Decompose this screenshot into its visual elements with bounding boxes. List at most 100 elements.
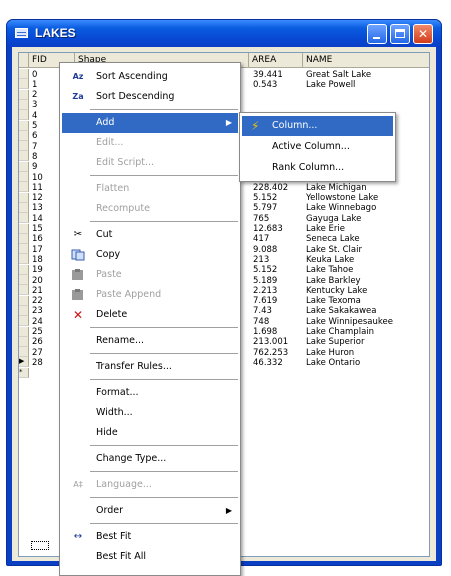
cell-name[interactable]: Yellowstone Lake xyxy=(306,193,378,203)
cell-fid[interactable]: 7 xyxy=(32,142,37,152)
cell-name[interactable]: Lake Michigan xyxy=(306,183,367,193)
cell-fid[interactable]: 9 xyxy=(32,162,37,172)
menu-item-sort-ascending[interactable]: Az Sort Ascending xyxy=(62,67,238,87)
menu-item-order[interactable]: Order ▶ xyxy=(62,501,238,521)
cell-area[interactable]: 228.402 xyxy=(253,183,288,193)
cell-area[interactable]: 7.43 xyxy=(253,306,272,316)
cell-area[interactable]: 7.619 xyxy=(253,296,277,306)
cell-name[interactable]: Lake Champlain xyxy=(306,327,374,337)
minimize-button[interactable] xyxy=(367,24,387,44)
row-selector[interactable] xyxy=(19,347,29,358)
menu-item-best-fit[interactable]: ↔ Best Fit xyxy=(62,527,238,547)
row-selector[interactable] xyxy=(19,295,29,306)
cell-area[interactable]: 213 xyxy=(253,255,269,265)
row-selector[interactable] xyxy=(19,305,29,316)
cell-area[interactable]: 1.698 xyxy=(253,327,277,337)
cell-fid[interactable]: 2 xyxy=(32,90,37,100)
cell-name[interactable]: Keuka Lake xyxy=(306,255,354,265)
row-selector[interactable] xyxy=(19,130,29,141)
cell-fid[interactable]: 6 xyxy=(32,131,37,141)
menu-item-copy[interactable]: Copy xyxy=(62,245,238,265)
menu-item-sort-descending[interactable]: Za Sort Descending xyxy=(62,87,238,107)
submenu-item-column[interactable]: ⚡ Column... xyxy=(242,116,393,136)
row-selector[interactable] xyxy=(19,233,29,244)
menu-item-paste[interactable]: Paste xyxy=(62,265,238,285)
row-selector[interactable] xyxy=(19,161,29,172)
cell-fid[interactable]: 24 xyxy=(32,317,43,327)
cell-area[interactable]: 46.332 xyxy=(253,358,283,368)
row-selector[interactable] xyxy=(19,244,29,255)
row-selector[interactable] xyxy=(19,182,29,193)
cell-name[interactable]: Lake Winnipesaukee xyxy=(306,317,393,327)
cell-name[interactable]: Lake Huron xyxy=(306,348,354,358)
cell-area[interactable]: 748 xyxy=(253,317,269,327)
row-selector[interactable] xyxy=(19,202,29,213)
cell-fid[interactable]: 21 xyxy=(32,286,43,296)
cell-fid[interactable]: 19 xyxy=(32,265,43,275)
cell-name[interactable]: Lake Powell xyxy=(306,80,355,90)
submenu-item-rank-column[interactable]: Rank Column... xyxy=(242,158,393,178)
cell-fid[interactable]: 28 xyxy=(32,358,43,368)
cell-fid[interactable]: 10 xyxy=(32,173,43,183)
cell-area[interactable]: 213.001 xyxy=(253,337,288,347)
row-selector[interactable] xyxy=(19,275,29,285)
menu-item-hide[interactable]: Hide xyxy=(62,423,238,443)
cell-area[interactable]: 2.213 xyxy=(253,286,277,296)
row-selector[interactable] xyxy=(19,192,29,203)
cell-area[interactable]: 9.088 xyxy=(253,245,277,255)
cell-fid[interactable]: 1 xyxy=(32,80,37,90)
menu-item-recompute[interactable]: Recompute xyxy=(62,199,238,219)
cell-fid[interactable]: 3 xyxy=(32,100,37,110)
cell-name[interactable]: Lake St. Clair xyxy=(306,245,362,255)
row-selector[interactable]: ▶ xyxy=(19,357,29,368)
cell-fid[interactable]: 17 xyxy=(32,245,43,255)
cell-fid[interactable]: 0 xyxy=(32,70,37,80)
menu-item-edit-script[interactable]: Edit Script... xyxy=(62,153,238,173)
cell-fid[interactable]: 11 xyxy=(32,183,43,193)
row-selector[interactable] xyxy=(19,285,29,296)
cell-name[interactable]: Lake Sakakawea xyxy=(306,306,376,316)
cell-fid[interactable]: 27 xyxy=(32,348,43,358)
menu-item-paste-append[interactable]: Paste Append xyxy=(62,285,238,305)
cell-area[interactable]: 0.543 xyxy=(253,80,277,90)
cell-fid[interactable]: 18 xyxy=(32,255,43,265)
menu-item-delete[interactable]: ✕ Delete xyxy=(62,305,238,325)
submenu-item-active-column[interactable]: Active Column... xyxy=(242,137,393,157)
cell-area[interactable]: 417 xyxy=(253,234,269,244)
menu-item-rename[interactable]: Rename... xyxy=(62,331,238,351)
cell-area[interactable]: 12.683 xyxy=(253,224,283,234)
cell-fid[interactable]: 16 xyxy=(32,234,43,244)
row-selector[interactable] xyxy=(19,110,29,121)
cell-name[interactable]: Lake Erie xyxy=(306,224,345,234)
cell-fid[interactable]: 25 xyxy=(32,327,43,337)
cell-area[interactable]: 5.152 xyxy=(253,265,277,275)
cell-fid[interactable]: 26 xyxy=(32,337,43,347)
menu-item-change-type[interactable]: Change Type... xyxy=(62,449,238,469)
cell-name[interactable]: Gayuga Lake xyxy=(306,214,361,224)
new-row-selector[interactable]: * xyxy=(19,367,29,378)
cell-area[interactable]: 5.797 xyxy=(253,203,277,213)
cell-area[interactable]: 765 xyxy=(253,214,269,224)
row-selector[interactable] xyxy=(19,99,29,110)
cell-fid[interactable]: 4 xyxy=(32,111,37,121)
row-selector[interactable] xyxy=(19,172,29,182)
cell-fid[interactable]: 15 xyxy=(32,224,43,234)
menu-item-language[interactable]: A‡ Language... xyxy=(62,475,238,495)
row-selector[interactable] xyxy=(19,336,29,347)
maximize-button[interactable] xyxy=(390,24,410,44)
column-header-name[interactable]: NAME xyxy=(303,53,429,68)
cell-name[interactable]: Lake Tahoe xyxy=(306,265,353,275)
column-header-area[interactable]: AREA xyxy=(249,53,303,68)
close-button[interactable]: ✕ xyxy=(413,24,433,44)
title-bar[interactable]: LAKES ✕ xyxy=(7,20,441,47)
cell-name[interactable]: Lake Ontario xyxy=(306,358,360,368)
cell-area[interactable]: 39.441 xyxy=(253,70,283,80)
cell-area[interactable]: 762.253 xyxy=(253,348,288,358)
menu-item-add[interactable]: Add ▶ xyxy=(62,113,238,133)
row-selector[interactable] xyxy=(19,264,29,275)
cell-fid[interactable]: 8 xyxy=(32,152,37,162)
cell-name[interactable]: Lake Barkley xyxy=(306,276,361,286)
row-selector[interactable] xyxy=(19,69,29,79)
row-selector[interactable] xyxy=(19,316,29,327)
cell-fid[interactable]: 5 xyxy=(32,121,37,131)
